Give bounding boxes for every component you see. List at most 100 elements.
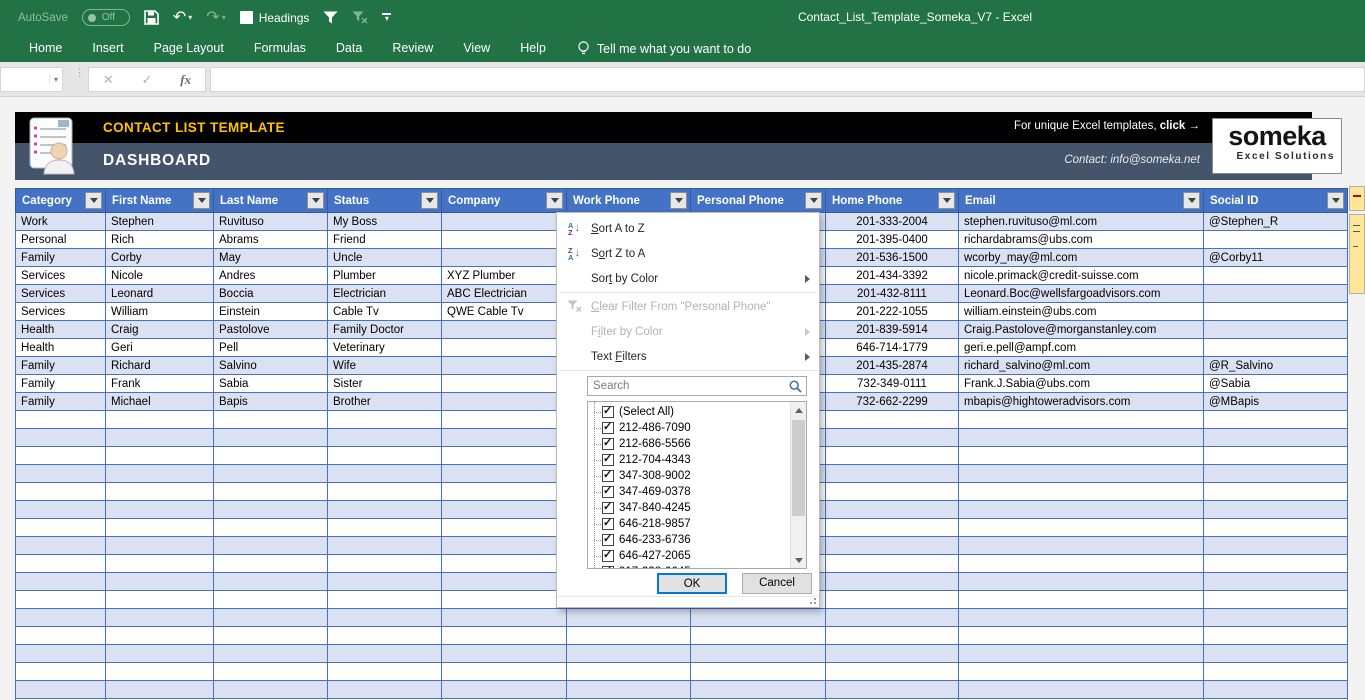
cell[interactable]	[442, 573, 567, 591]
tab-data[interactable]: Data	[321, 35, 377, 62]
cell[interactable]	[442, 231, 567, 249]
cell[interactable]: William	[106, 303, 214, 321]
cell[interactable]: Sister	[328, 375, 442, 393]
cell[interactable]	[328, 663, 442, 681]
cell[interactable]	[1204, 663, 1348, 681]
cell[interactable]	[214, 411, 328, 429]
cell[interactable]	[567, 609, 691, 627]
cell[interactable]	[1204, 645, 1348, 663]
cell[interactable]: Craig.Pastolove@morganstanley.com	[959, 321, 1204, 339]
filter-value-item[interactable]: ✓646-233-6736	[588, 532, 790, 548]
cell[interactable]	[959, 573, 1204, 591]
cell[interactable]: ABC Electrician	[442, 285, 567, 303]
cell[interactable]	[442, 627, 567, 645]
cell[interactable]	[959, 645, 1204, 663]
filter-dropdown-button-category[interactable]	[85, 192, 102, 209]
cell[interactable]: Craig	[106, 321, 214, 339]
cell[interactable]: geri.e.pell@ampf.com	[959, 339, 1204, 357]
cell[interactable]: Corby	[106, 249, 214, 267]
cell[interactable]: 201-536-1500	[826, 249, 959, 267]
cell[interactable]	[959, 591, 1204, 609]
cell[interactable]	[442, 609, 567, 627]
cell[interactable]: 201-395-0400	[826, 231, 959, 249]
cell[interactable]	[1204, 411, 1348, 429]
cell[interactable]	[214, 429, 328, 447]
filter-dropdown-button-personal-phone[interactable]	[805, 192, 822, 209]
cell[interactable]	[328, 465, 442, 483]
tab-page-layout[interactable]: Page Layout	[139, 35, 239, 62]
filter-dropdown-button-email[interactable]	[1183, 192, 1200, 209]
tab-help[interactable]: Help	[505, 35, 561, 62]
cell[interactable]: My Boss	[328, 213, 442, 231]
redo-button[interactable]: ↷ ▾	[206, 10, 225, 26]
cell[interactable]	[328, 447, 442, 465]
cell[interactable]	[214, 555, 328, 573]
cell[interactable]: Rich	[106, 231, 214, 249]
cell[interactable]	[1204, 627, 1348, 645]
cell[interactable]	[214, 483, 328, 501]
cell[interactable]: Pell	[214, 339, 328, 357]
cell[interactable]	[1204, 537, 1348, 555]
cell[interactable]	[826, 681, 959, 699]
cell[interactable]	[106, 609, 214, 627]
cell[interactable]	[826, 447, 959, 465]
cell[interactable]: May	[214, 249, 328, 267]
cell[interactable]	[1204, 681, 1348, 699]
cell[interactable]	[959, 555, 1204, 573]
cell[interactable]: Family	[16, 357, 106, 375]
cell[interactable]	[959, 501, 1204, 519]
name-box[interactable]: ▾	[0, 67, 63, 92]
cell[interactable]: Work	[16, 213, 106, 231]
cell[interactable]	[328, 627, 442, 645]
cancel-entry-icon[interactable]: ✕	[103, 72, 114, 88]
cell[interactable]	[1204, 609, 1348, 627]
cell[interactable]	[214, 501, 328, 519]
menu-item-sort-by-color[interactable]: Sort by Color	[557, 266, 819, 291]
cell[interactable]	[214, 447, 328, 465]
cell[interactable]	[214, 681, 328, 699]
cell[interactable]	[959, 627, 1204, 645]
cell[interactable]	[959, 537, 1204, 555]
cell[interactable]: Salvino	[214, 357, 328, 375]
cell[interactable]: richardabrams@ubs.com	[959, 231, 1204, 249]
cell[interactable]: Family	[16, 375, 106, 393]
cell[interactable]	[1204, 483, 1348, 501]
value-checkbox[interactable]: ✓	[602, 454, 614, 466]
cell[interactable]: 201-435-2874	[826, 357, 959, 375]
cell[interactable]	[826, 555, 959, 573]
filter-value-item[interactable]: ✓646-218-9857	[588, 516, 790, 532]
cell[interactable]	[106, 501, 214, 519]
filter-value-item[interactable]: ✓212-486-7090	[588, 420, 790, 436]
cell[interactable]	[106, 429, 214, 447]
cell[interactable]: Pastolove	[214, 321, 328, 339]
filter-dropdown-button-first-name[interactable]	[193, 192, 210, 209]
tab-home[interactable]: Home	[14, 35, 77, 62]
cell[interactable]	[826, 627, 959, 645]
cell[interactable]: Frank	[106, 375, 214, 393]
cell[interactable]	[1204, 267, 1348, 285]
cell[interactable]	[442, 411, 567, 429]
cell[interactable]	[214, 537, 328, 555]
cell[interactable]: Friend	[328, 231, 442, 249]
value-checkbox[interactable]: ✓	[602, 422, 614, 434]
cell[interactable]: 201-434-3392	[826, 267, 959, 285]
cell[interactable]	[442, 519, 567, 537]
cell[interactable]: Frank.J.Sabia@ubs.com	[959, 375, 1204, 393]
filter-value-item[interactable]: ✓(Select All)	[588, 404, 790, 420]
cell[interactable]	[442, 375, 567, 393]
cell[interactable]	[826, 465, 959, 483]
cell[interactable]	[328, 645, 442, 663]
cell[interactable]	[442, 645, 567, 663]
cell[interactable]	[826, 645, 959, 663]
cell[interactable]	[959, 681, 1204, 699]
cancel-button[interactable]: Cancel	[742, 573, 812, 594]
cell[interactable]: nicole.primack@credit-suisse.com	[959, 267, 1204, 285]
filter-value-item[interactable]: ✓347-840-4245	[588, 500, 790, 516]
cell[interactable]	[106, 519, 214, 537]
cell[interactable]	[442, 555, 567, 573]
filter-value-item[interactable]: ✓646-427-2065	[588, 548, 790, 564]
cell[interactable]	[691, 681, 826, 699]
cell[interactable]	[826, 483, 959, 501]
cell[interactable]	[106, 627, 214, 645]
cell[interactable]: Services	[16, 267, 106, 285]
